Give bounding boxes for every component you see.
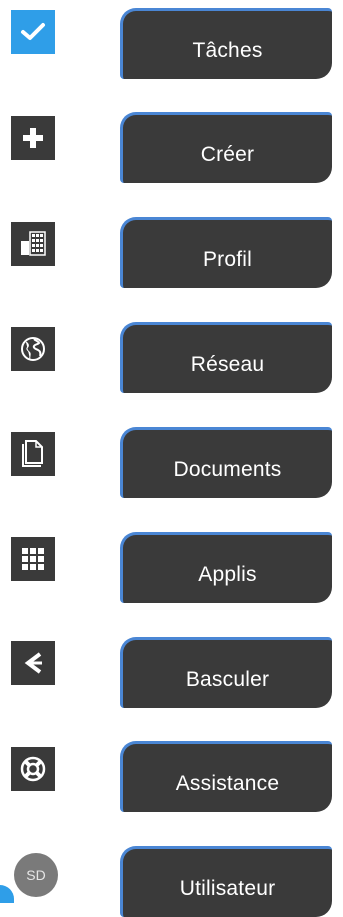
profile-grid-icon — [20, 231, 46, 257]
support-icon-button[interactable] — [11, 747, 55, 791]
user-button[interactable]: Utilisateur — [120, 846, 332, 917]
avatar[interactable]: SD — [14, 853, 58, 897]
switch-button[interactable]: Basculer — [120, 637, 332, 708]
check-icon — [20, 21, 46, 43]
create-icon-button[interactable] — [11, 116, 55, 160]
support-button[interactable]: Assistance — [120, 741, 332, 812]
apps-button[interactable]: Applis — [120, 532, 332, 603]
document-icon — [21, 440, 45, 468]
switch-arrow-icon — [22, 651, 44, 675]
documents-button[interactable]: Documents — [120, 427, 332, 498]
tasks-button[interactable]: Tâches — [120, 8, 332, 79]
switch-icon-button[interactable] — [11, 641, 55, 685]
profile-icon-button[interactable] — [11, 222, 55, 266]
profile-label: Profil — [202, 248, 253, 271]
apps-icon-button[interactable] — [11, 537, 55, 581]
network-button[interactable]: Réseau — [120, 322, 332, 393]
network-label: Réseau — [190, 353, 265, 376]
tasks-label: Tâches — [192, 39, 263, 62]
globe-icon — [20, 336, 46, 362]
apps-grid-icon — [21, 547, 45, 571]
avatar-accent — [0, 885, 14, 903]
user-label: Utilisateur — [179, 877, 276, 900]
support-label: Assistance — [175, 772, 280, 795]
create-label: Créer — [200, 143, 255, 166]
network-icon-button[interactable] — [11, 327, 55, 371]
create-button[interactable]: Créer — [120, 112, 332, 183]
apps-label: Applis — [198, 563, 257, 586]
lifebuoy-icon — [20, 756, 46, 782]
switch-label: Basculer — [185, 668, 270, 691]
avatar-initials: SD — [26, 867, 46, 883]
plus-icon — [22, 127, 44, 149]
documents-label: Documents — [173, 458, 282, 481]
tasks-icon-button[interactable] — [11, 10, 55, 54]
profile-button[interactable]: Profil — [120, 217, 332, 288]
documents-icon-button[interactable] — [11, 432, 55, 476]
